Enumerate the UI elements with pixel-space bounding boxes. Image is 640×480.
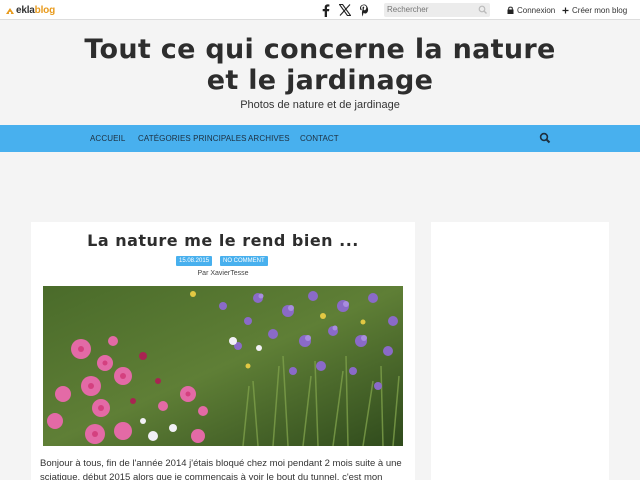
nav-item-accueil[interactable]: ACCUEIL [90,134,125,143]
post-author: Par XavierTesse [197,270,249,277]
logo-prefix: ekla [16,5,35,16]
eklablog-logo-icon [6,7,14,14]
create-blog-link[interactable]: Créer mon blog [562,4,627,16]
eklablog-topbar: eklablog Connexion Créer mon blog [0,0,640,20]
plus-icon [562,7,569,13]
nav-item-categories[interactable]: CATÉGORIES PRINCIPALES [138,134,247,143]
post-excerpt-line1: Bonjour à tous, fin de l'année 2014 j'ét… [40,458,402,469]
nav-item-archives[interactable]: ARCHIVES [248,134,290,143]
site-subtitle: Photos de nature et de jardinage [240,99,400,111]
search-icon[interactable] [478,5,488,15]
post-date-badge: 15.08.2015 [176,256,213,266]
site-title[interactable]: Tout ce qui concerne la nature et le jar… [0,34,640,96]
logo-suffix: blog [34,5,56,16]
post-card: La nature me le rend bien ... 15.08.2015… [31,222,415,480]
post-title[interactable]: La nature me le rend bien ... [31,231,415,250]
nav-search-icon[interactable] [539,132,551,144]
facebook-icon[interactable] [319,2,333,18]
eklablog-logo[interactable]: eklablog [5,4,55,17]
blog-search-input[interactable] [384,3,490,17]
site-title-line2: et le jardinage [206,65,434,96]
login-link[interactable]: Connexion [507,4,555,16]
post-excerpt-line2: sciatique, début 2015 alors que je comme… [40,472,383,480]
lock-icon [507,6,514,14]
garden-flowers-photo[interactable] [43,286,403,446]
site-title-line1: Tout ce qui concerne la nature [84,34,556,65]
post-excerpt: Bonjour à tous, fin de l'année 2014 j'ét… [40,457,412,480]
pinterest-icon[interactable] [357,2,371,18]
comment-count-badge[interactable]: NO COMMENT [220,256,268,266]
nav-item-contact[interactable]: CONTACT [300,134,339,143]
sidebar-panel [431,222,609,480]
x-icon[interactable] [338,2,352,18]
